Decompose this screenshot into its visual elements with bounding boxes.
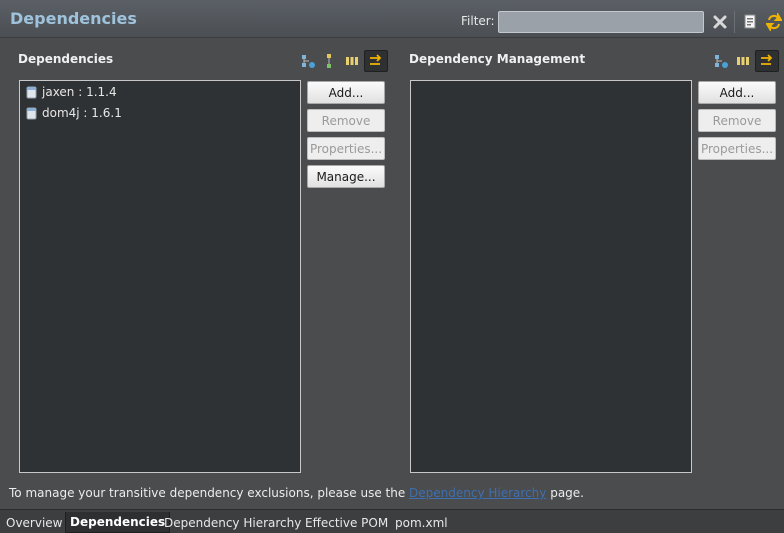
tab-effective-pom[interactable]: Effective POM (301, 512, 392, 533)
toolbar-separator (734, 11, 735, 33)
list-item[interactable]: jaxen : 1.1.4 (26, 83, 117, 101)
dependency-properties-button[interactable]: Properties... (307, 137, 385, 160)
exclusions-hint: To manage your transitive dependency exc… (9, 486, 584, 500)
jar-icon (26, 86, 37, 98)
dependency-label: jaxen : 1.1.4 (42, 85, 117, 99)
sort-icon[interactable] (364, 50, 388, 72)
tab-pom-xml[interactable]: pom.xml (391, 512, 452, 533)
list-item[interactable]: dom4j : 1.6.1 (26, 104, 122, 122)
tab-dependencies[interactable]: Dependencies (65, 512, 171, 533)
save-icon[interactable] (740, 11, 760, 33)
columns-icon[interactable] (342, 51, 362, 71)
dependency-label: dom4j : 1.6.1 (42, 106, 122, 120)
tab-overview[interactable]: Overview (2, 512, 67, 533)
clear-filter-icon[interactable] (710, 12, 730, 32)
filter-label: Filter: (461, 14, 495, 28)
managed-dependency-properties-button[interactable]: Properties... (698, 137, 776, 160)
dependencies-section-title: Dependencies (18, 52, 114, 66)
sort-icon[interactable] (755, 50, 779, 72)
editor-tabs: Overview Dependencies Dependency Hierarc… (0, 509, 784, 533)
remove-managed-dependency-button[interactable]: Remove (698, 109, 776, 132)
add-dependency-icon[interactable] (298, 51, 318, 71)
editor-header: Dependencies Filter: (0, 0, 784, 38)
add-dependency-icon[interactable] (711, 51, 731, 71)
filter-input[interactable] (498, 11, 704, 33)
refresh-icon[interactable] (764, 11, 784, 33)
remove-dependency-button[interactable]: Remove (307, 109, 385, 132)
hint-text-before: To manage your transitive dependency exc… (9, 486, 410, 500)
tree-icon[interactable] (320, 51, 340, 71)
add-dependency-button[interactable]: Add... (307, 81, 385, 104)
tab-dependency-hierarchy[interactable]: Dependency Hierarchy (160, 512, 305, 533)
dependencies-list[interactable]: jaxen : 1.1.4 dom4j : 1.6.1 (19, 80, 301, 473)
manage-dependencies-button[interactable]: Manage... (307, 165, 385, 188)
dependency-management-list[interactable] (410, 80, 692, 473)
columns-icon[interactable] (733, 51, 753, 71)
dependency-management-section-title: Dependency Management (409, 52, 586, 66)
jar-icon (26, 107, 37, 119)
dependency-hierarchy-link[interactable]: Dependency Hierarchy (409, 486, 546, 500)
hint-text-after: page. (546, 486, 584, 500)
page-title: Dependencies (10, 9, 137, 28)
add-managed-dependency-button[interactable]: Add... (698, 81, 776, 104)
